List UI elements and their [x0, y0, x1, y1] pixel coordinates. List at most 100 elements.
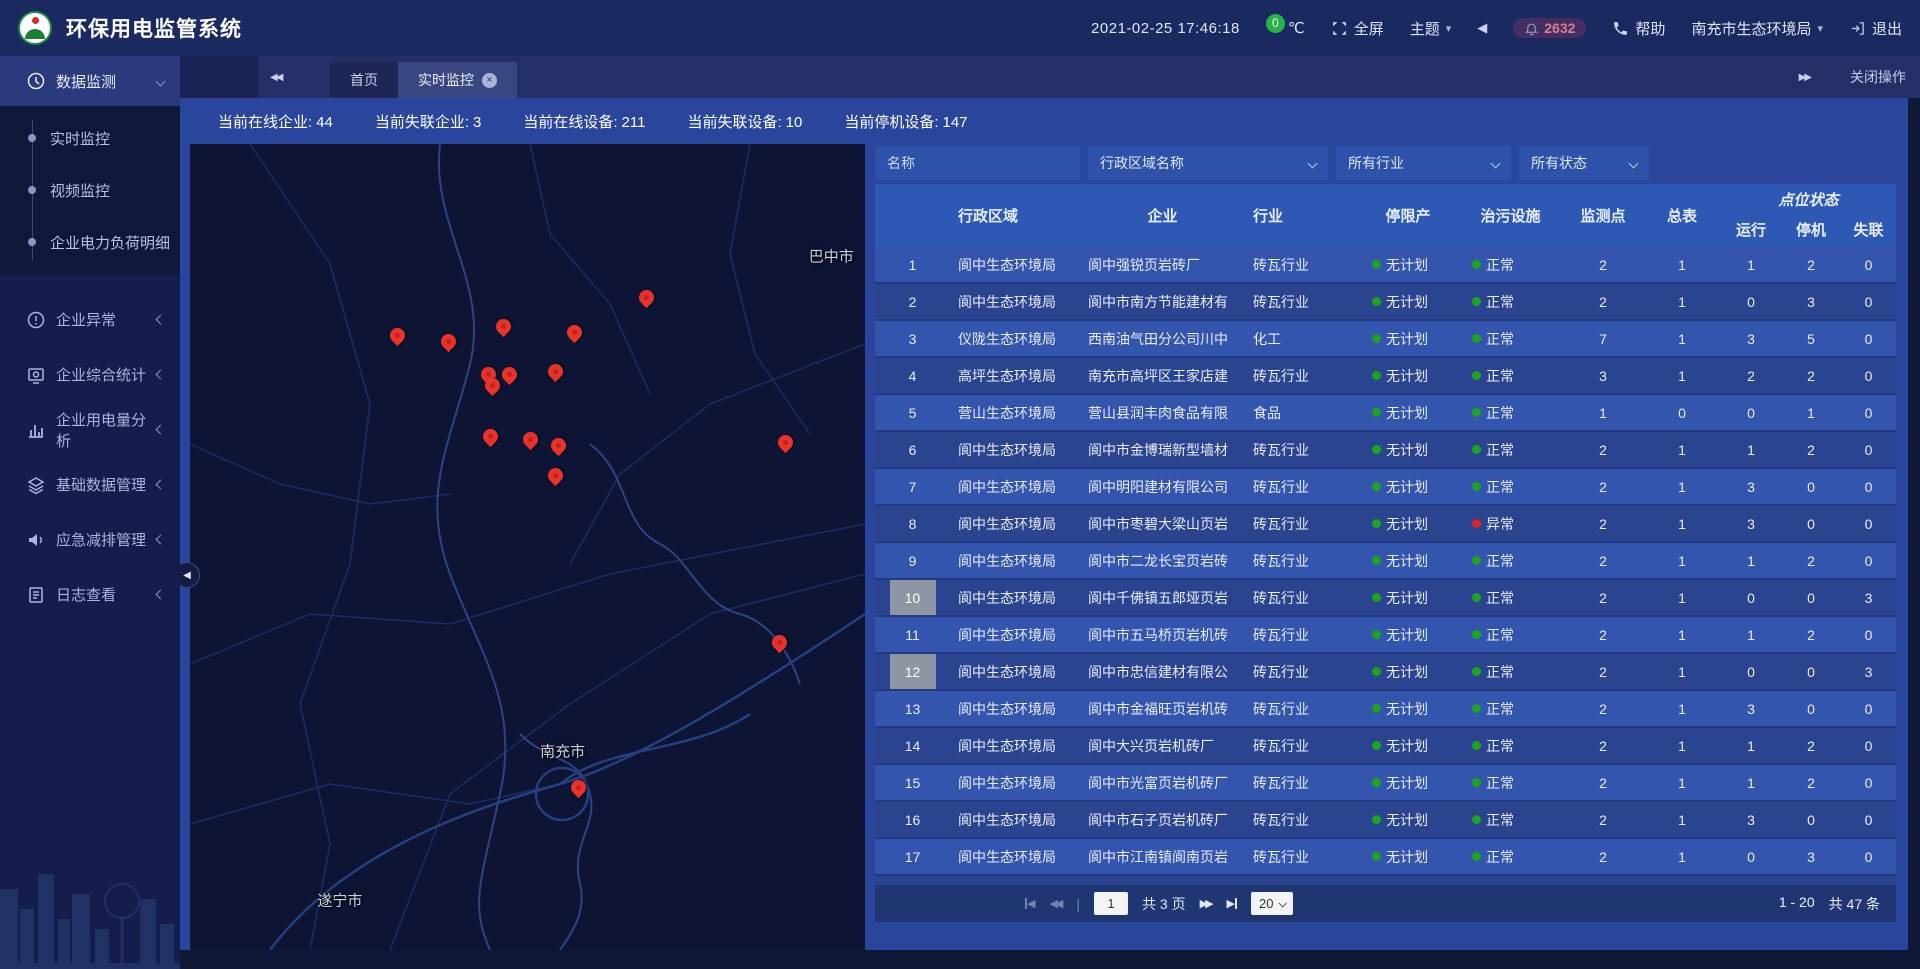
main-panel: 当前在线企业:44 当前失联企业:3 当前在线设备:211 当前失联设备:10 …	[180, 98, 1908, 950]
status-filter-select[interactable]: 所有状态	[1519, 146, 1649, 180]
bell-icon	[1524, 21, 1539, 36]
col-stopped: 停机	[1781, 211, 1841, 247]
mute-speaker-icon[interactable]: ◀	[1477, 20, 1487, 36]
sidebar-item-video-monitoring[interactable]: 视频监控	[0, 164, 180, 216]
cell-industry: 砖瓦行业	[1245, 654, 1358, 689]
close-operations-button[interactable]: 关闭操作	[1850, 56, 1906, 98]
sidebar-item-enterprise-abnormal[interactable]: 企业异常	[0, 292, 180, 347]
cell-facility-status: 正常	[1458, 876, 1563, 885]
gauge-icon	[26, 71, 46, 91]
prev-page-button[interactable]: ◀◀	[1049, 897, 1062, 910]
table-row[interactable]: 12 阆中生态环境局 阆中市忠信建材有限公 砖瓦行业 无计划 正常 2 1 0 …	[875, 654, 1896, 691]
help-button[interactable]: 帮助	[1612, 18, 1665, 39]
cell-running: 1	[1721, 432, 1781, 467]
page-size-select[interactable]: 20	[1251, 892, 1293, 915]
cell-total-meters: 1	[1643, 876, 1721, 885]
tabs-scroll-right-icon[interactable]: ▶▶	[1799, 56, 1810, 98]
col-group-point-status: 点位状态	[1721, 184, 1896, 211]
cell-running: 0	[1721, 284, 1781, 319]
name-input[interactable]	[887, 155, 1068, 171]
notification-badge[interactable]: 2632	[1513, 18, 1586, 38]
table-row[interactable]: 11 阆中生态环境局 阆中市五马桥页岩机砖 砖瓦行业 无计划 正常 2 1 1 …	[875, 617, 1896, 654]
industry-filter-select[interactable]: 所有行业	[1336, 146, 1511, 180]
name-filter-input[interactable]	[875, 146, 1080, 180]
cell-region: 阆中生态环境局	[950, 580, 1080, 615]
sidebar-item-enterprise-statistics[interactable]: 企业综合统计	[0, 347, 180, 402]
status-dot	[1472, 519, 1481, 528]
last-page-button[interactable]: ▶	[1227, 897, 1237, 910]
cell-running: 0	[1721, 654, 1781, 689]
sidebar-item-data-monitoring[interactable]: 数据监测	[0, 56, 180, 106]
cell-company: 阆中市金博瑞新型墙材	[1080, 432, 1245, 467]
table-row[interactable]: 1 阆中生态环境局 阆中强锐页岩砖厂 砖瓦行业 无计划 正常 2 1 1 2 0	[875, 247, 1896, 284]
logout-button[interactable]: 退出	[1849, 18, 1902, 39]
table-row[interactable]: 14 阆中生态环境局 阆中大兴页岩机砖厂 砖瓦行业 无计划 正常 2 1 1 2…	[875, 728, 1896, 765]
cell-lost: 0	[1841, 432, 1896, 467]
table-row[interactable]: 6 阆中生态环境局 阆中市金博瑞新型墙材 砖瓦行业 无计划 正常 2 1 1 2…	[875, 432, 1896, 469]
status-dot	[1372, 630, 1381, 639]
table-row[interactable]: 7 阆中生态环境局 阆中明阳建材有限公司 砖瓦行业 无计划 正常 2 1 3 0…	[875, 469, 1896, 506]
cell-running: 1	[1721, 247, 1781, 282]
cell-stopped: 0	[1781, 506, 1841, 541]
cell-stopped: 0	[1781, 802, 1841, 837]
tab-home[interactable]: 首页	[330, 62, 398, 98]
fullscreen-button[interactable]: 全屏	[1331, 18, 1384, 39]
first-page-button[interactable]: ◀	[1025, 897, 1035, 910]
region-filter-select[interactable]: 行政区域名称	[1088, 146, 1328, 180]
status-dot	[1372, 297, 1381, 306]
tabs-scroll-left-icon[interactable]: ◀◀	[270, 56, 281, 98]
sidebar-item-base-data-management[interactable]: 基础数据管理	[0, 457, 180, 512]
right-panel: 行政区域名称 所有行业 所有状态 行政区域 企业 行业 停限产 治污设施 监测点…	[875, 144, 1896, 950]
status-dot	[1472, 630, 1481, 639]
cell-region: 阆中生态环境局	[950, 765, 1080, 800]
cell-running: 3	[1721, 506, 1781, 541]
col-industry: 行业	[1245, 184, 1358, 247]
table-row[interactable]: 13 阆中生态环境局 阆中市金福旺页岩机砖 砖瓦行业 无计划 正常 2 1 3 …	[875, 691, 1896, 728]
row-number: 7	[890, 469, 936, 504]
table-row[interactable]: 2 阆中生态环境局 阆中市南方节能建材有 砖瓦行业 无计划 正常 2 1 0 3…	[875, 284, 1896, 321]
cell-monitor-points: 2	[1563, 247, 1643, 282]
table-row[interactable]: 17 阆中生态环境局 阆中市江南镇阆南页岩 砖瓦行业 无计划 正常 2 1 0 …	[875, 839, 1896, 876]
cell-running: 1	[1721, 617, 1781, 652]
cell-company: 南部县升钟水泥有限公	[1080, 876, 1245, 885]
table-row[interactable]: 15 阆中生态环境局 阆中市光富页岩机砖厂 砖瓦行业 无计划 正常 2 1 1 …	[875, 765, 1896, 802]
row-number: 8	[890, 506, 936, 541]
datetime-label: 2021-02-25 17:46:18	[1091, 20, 1240, 37]
tab-realtime-monitoring[interactable]: 实时监控 ×	[398, 62, 517, 98]
chevron-left-icon	[156, 535, 166, 545]
table-row[interactable]: 4 高坪生态环境局 南充市高坪区王家店建 砖瓦行业 无计划 正常 3 1 2 2…	[875, 358, 1896, 395]
status-dot	[1472, 556, 1481, 565]
map-view[interactable]: 巴中市南充市遂宁市	[190, 144, 865, 950]
sidebar-item-power-load-detail[interactable]: 企业电力负荷明细	[0, 216, 180, 268]
tab-close-icon[interactable]: ×	[482, 73, 497, 88]
cell-industry: 砖瓦行业	[1245, 543, 1358, 578]
status-dot	[1372, 815, 1381, 824]
cell-stopped: 2	[1781, 247, 1841, 282]
page-number-input[interactable]	[1094, 892, 1128, 915]
cell-monitor-points: 2	[1563, 802, 1643, 837]
sidebar-item-emergency-reduction[interactable]: 应急减排管理	[0, 512, 180, 567]
row-number: 15	[890, 765, 936, 800]
table-row[interactable]: 16 阆中生态环境局 阆中市石子页岩机砖厂 砖瓦行业 无计划 正常 2 1 3 …	[875, 802, 1896, 839]
cell-monitor-points: 2	[1563, 432, 1643, 467]
table-row[interactable]: 3 仪陇生态环境局 西南油气田分公司川中 化工 无计划 正常 7 1 3 5 0	[875, 321, 1896, 358]
sidebar-item-realtime-monitoring[interactable]: 实时监控	[0, 112, 180, 164]
table-row[interactable]: 9 阆中生态环境局 阆中市二龙长宝页岩砖 砖瓦行业 无计划 正常 2 1 1 2…	[875, 543, 1896, 580]
sidebar-item-log-view[interactable]: 日志查看	[0, 567, 180, 622]
table-row[interactable]: 8 阆中生态环境局 阆中市枣碧大梁山页岩 砖瓦行业 无计划 异常 2 1 3 0…	[875, 506, 1896, 543]
temperature-indicator: 0 ℃	[1266, 19, 1305, 38]
status-dot	[1372, 741, 1381, 750]
cell-company: 阆中市石子页岩机砖厂	[1080, 802, 1245, 837]
table-row[interactable]: 10 阆中生态环境局 阆中千佛镇五郎垭页岩 砖瓦行业 无计划 正常 2 1 0 …	[875, 580, 1896, 617]
next-page-button[interactable]: ▶▶	[1200, 897, 1213, 910]
table-row[interactable]: 5 营山生态环境局 营山县润丰肉食品有限 食品 无计划 正常 1 0 0 1 0	[875, 395, 1896, 432]
table-row[interactable]: 18 南部生态环境局 南部县升钟水泥有限公 建材行业 无计划 正常 2 1 0 …	[875, 876, 1896, 885]
table-body: 1 阆中生态环境局 阆中强锐页岩砖厂 砖瓦行业 无计划 正常 2 1 1 2 0	[875, 247, 1896, 885]
cell-company: 南充市高坪区王家店建	[1080, 358, 1245, 393]
sidebar-item-power-usage-analysis[interactable]: 企业用电量分析	[0, 402, 180, 457]
org-dropdown[interactable]: 南充市生态环境局▾	[1691, 18, 1823, 39]
cell-facility-status: 正常	[1458, 580, 1563, 615]
cell-region: 阆中生态环境局	[950, 506, 1080, 541]
cell-facility-status: 正常	[1458, 839, 1563, 874]
theme-dropdown[interactable]: 主题▾	[1410, 18, 1452, 39]
